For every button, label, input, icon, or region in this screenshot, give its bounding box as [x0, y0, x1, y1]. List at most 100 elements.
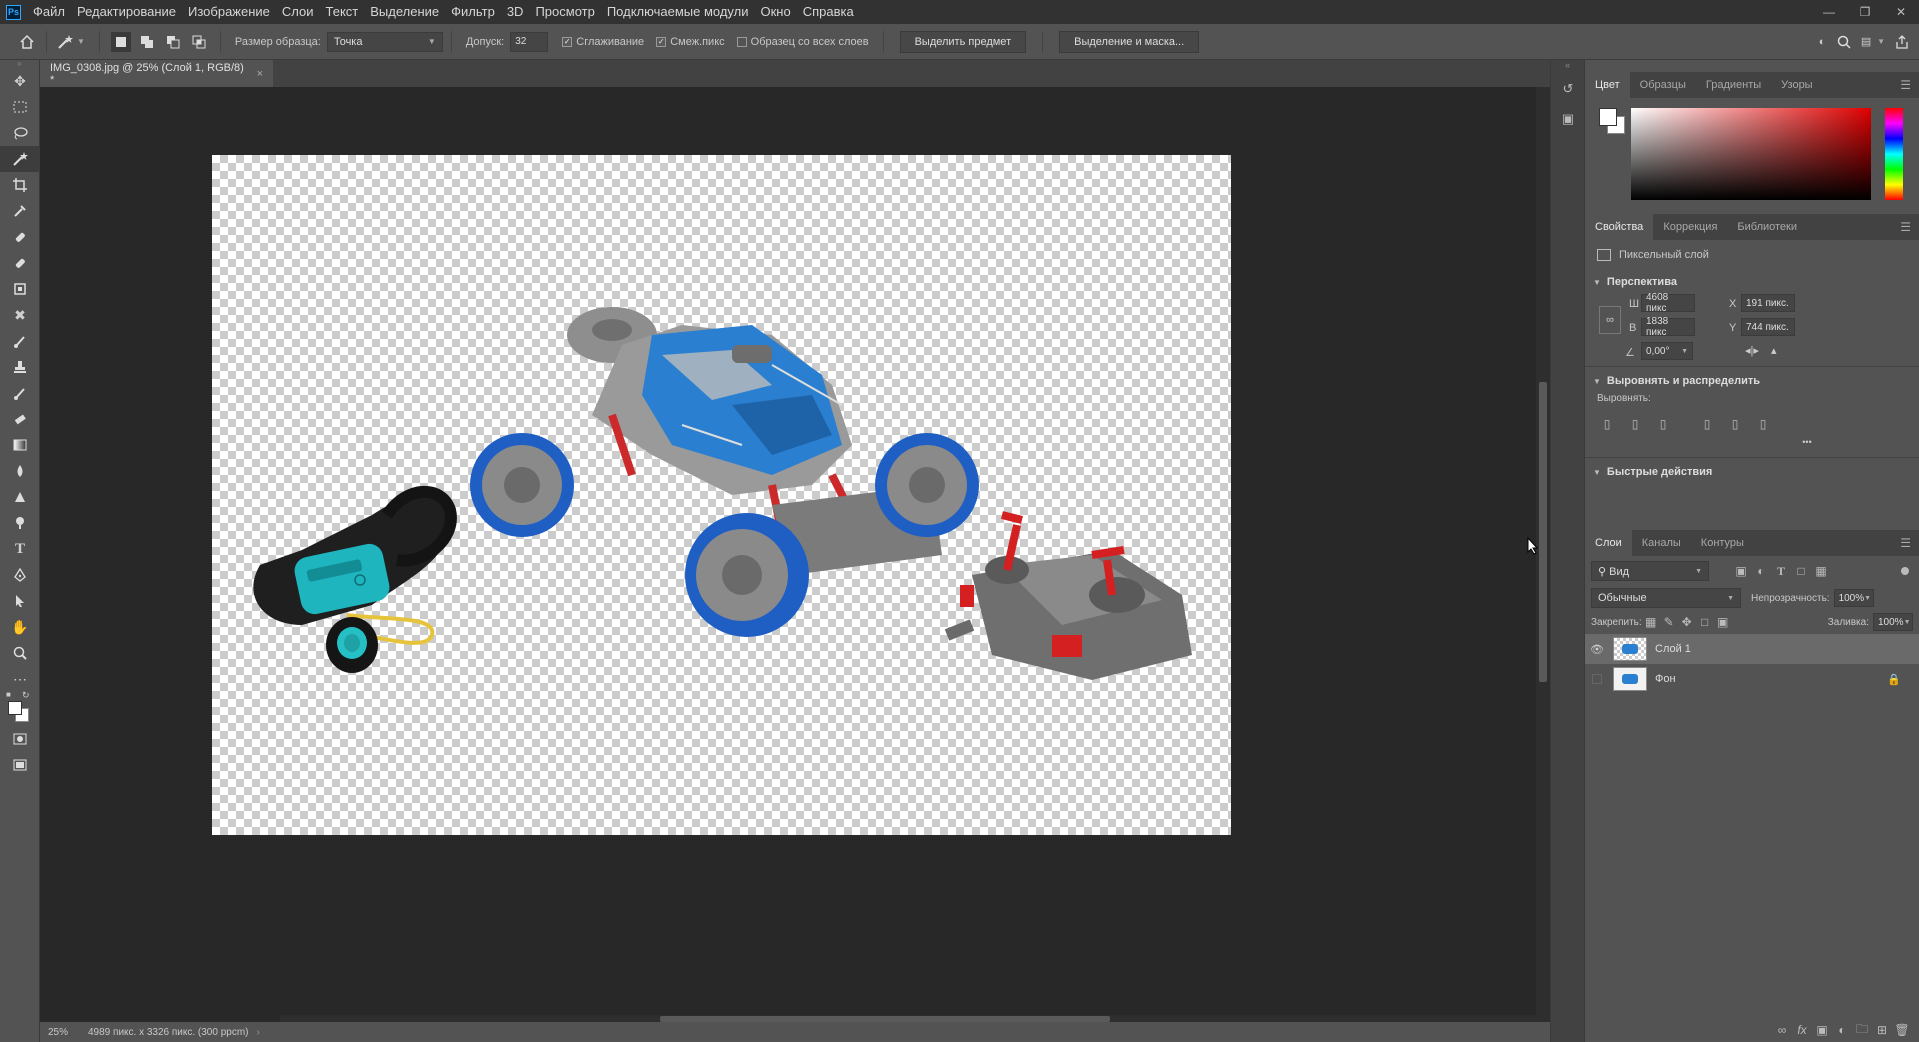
layer-row[interactable]: 👁 Слой 1 [1585, 634, 1919, 664]
magic-wand-preset-icon[interactable] [55, 31, 77, 53]
link-icon[interactable]: ∞ [1599, 306, 1621, 334]
collapse-icon[interactable]: « [1551, 60, 1584, 74]
align-left-icon[interactable]: ▯ [1593, 414, 1621, 434]
patch-tool-icon[interactable] [0, 276, 40, 302]
close-icon[interactable]: × [257, 68, 263, 80]
all-layers-checkbox[interactable]: Образец со всех слоев [736, 36, 869, 48]
magic-wand-tool-icon[interactable] [0, 146, 40, 172]
layer-name[interactable]: Фон [1655, 673, 1676, 685]
sample-size-select[interactable]: Точка ▼ [326, 31, 443, 52]
panel-menu-icon[interactable]: ☰ [1900, 536, 1911, 550]
dodge-tool-icon[interactable] [0, 510, 40, 536]
eye-icon[interactable]: 👁 [1585, 643, 1609, 656]
subtract-selection-icon[interactable] [163, 32, 183, 52]
x-input[interactable]: 191 пикс. [1741, 294, 1795, 312]
opacity-input[interactable]: 100% ▼ [1833, 589, 1874, 607]
history-icon[interactable]: ↺ [1551, 74, 1585, 104]
clone-stamp-tool-icon[interactable] [0, 354, 40, 380]
more-tools-icon[interactable]: ⋯ [0, 666, 40, 692]
default-colors-icon[interactable]: ■ [6, 690, 11, 699]
eraser-tool-icon[interactable] [0, 406, 40, 432]
restore-icon[interactable]: ❐ [1847, 0, 1883, 24]
tab-gradients[interactable]: Градиенты [1696, 72, 1771, 98]
workspace-icon[interactable]: ▤ [1855, 31, 1877, 53]
document-tab[interactable]: IMG_0308.jpg @ 25% (Слой 1, RGB/8) * × [40, 60, 273, 87]
blend-mode-select[interactable]: Обычные ▼ [1591, 588, 1741, 608]
tab-color[interactable]: Цвет [1585, 72, 1630, 98]
add-selection-icon[interactable] [137, 32, 157, 52]
foreground-color-swatch[interactable] [8, 701, 22, 715]
pen-tool-icon[interactable] [0, 562, 40, 588]
color-swatches[interactable] [1599, 108, 1625, 134]
filter-adjustment-icon[interactable]: ◐ [1751, 561, 1771, 581]
scroll-thumb[interactable] [1539, 382, 1547, 682]
visibility-toggle[interactable] [1585, 674, 1609, 684]
fill-input[interactable]: 100% ▼ [1873, 613, 1913, 631]
tolerance-input[interactable]: 32 [510, 31, 549, 52]
cloud-share-icon[interactable]: ◐ [1811, 31, 1833, 53]
filter-pixel-icon[interactable]: ▣ [1731, 561, 1751, 581]
canvas-area[interactable] [40, 87, 1536, 1022]
path-selection-tool-icon[interactable] [0, 588, 40, 614]
brush-tool-icon[interactable] [0, 328, 40, 354]
add-mask-icon[interactable]: ▣ [1812, 1020, 1832, 1040]
menu-help[interactable]: Справка [797, 0, 860, 24]
filter-smart-object-icon[interactable]: ▦ [1811, 561, 1831, 581]
angle-input[interactable]: 0,00° ▼ [1641, 342, 1693, 360]
height-input[interactable]: 1838 пикс [1641, 316, 1695, 338]
tab-adjustments[interactable]: Коррекция [1653, 214, 1727, 240]
foreground-color-swatch[interactable] [1599, 108, 1617, 126]
lock-artboard-icon[interactable]: □ [1696, 612, 1714, 632]
tab-properties[interactable]: Свойства [1585, 214, 1654, 240]
crop-tool-icon[interactable] [0, 172, 40, 198]
quick-mask-icon[interactable] [0, 726, 40, 752]
antialias-checkbox[interactable]: ✓ Сглаживание [562, 36, 644, 48]
filter-type-icon[interactable]: T [1771, 561, 1791, 581]
tab-channels[interactable]: Каналы [1632, 530, 1691, 556]
layer-row[interactable]: Фон 🔒 [1585, 664, 1919, 694]
zoom-tool-icon[interactable] [0, 640, 40, 666]
flip-horizontal-icon[interactable]: ◂|▸ [1745, 344, 1759, 357]
eyedropper-tool-icon[interactable] [0, 198, 40, 224]
tab-swatches[interactable]: Образцы [1630, 72, 1696, 98]
menu-select[interactable]: Выделение [364, 0, 445, 24]
type-tool-icon[interactable]: T [0, 536, 40, 562]
align-section-header[interactable]: ▼ Выровнять и распределить [1585, 369, 1919, 393]
panel-menu-icon[interactable]: ☰ [1900, 220, 1911, 234]
blur-tool-icon[interactable] [0, 458, 40, 484]
align-bottom-icon[interactable]: ▯ [1749, 414, 1777, 434]
lock-image-icon[interactable]: ✎ [1660, 612, 1678, 632]
move-tool-icon[interactable]: ✥ [0, 68, 40, 94]
marquee-tool-icon[interactable] [0, 94, 40, 120]
chevron-down-icon[interactable]: ▼ [1877, 37, 1885, 46]
swap-colors-icon[interactable]: ↻ [22, 690, 30, 701]
select-and-mask-button[interactable]: Выделение и маска... [1059, 30, 1200, 53]
trash-icon[interactable]: 🗑 [1892, 1020, 1912, 1040]
chevron-right-icon[interactable]: › [257, 1027, 260, 1038]
filter-shape-icon[interactable]: □ [1791, 561, 1811, 581]
align-top-icon[interactable]: ▯ [1693, 414, 1721, 434]
width-input[interactable]: 4608 пикс [1641, 292, 1695, 314]
chevron-down-icon[interactable]: ▼ [77, 37, 85, 46]
menu-view[interactable]: Просмотр [529, 0, 600, 24]
menu-filter[interactable]: Фильтр [445, 0, 501, 24]
menu-plugins[interactable]: Подключаемые модули [601, 0, 755, 24]
link-layers-icon[interactable]: ∞ [1772, 1020, 1792, 1040]
more-options-icon[interactable]: ••• [1585, 437, 1919, 455]
home-icon[interactable] [16, 31, 38, 53]
share-icon[interactable] [1891, 31, 1913, 53]
intersect-selection-icon[interactable] [189, 32, 209, 52]
healing-brush-tool-icon[interactable] [0, 250, 40, 276]
lasso-tool-icon[interactable] [0, 120, 40, 146]
menu-file[interactable]: Файл [27, 0, 71, 24]
tab-layers[interactable]: Слои [1585, 530, 1632, 556]
search-icon[interactable] [1833, 31, 1855, 53]
flip-vertical-icon[interactable]: ▴ [1771, 344, 1777, 357]
menu-3d[interactable]: 3D [501, 0, 530, 24]
menu-type[interactable]: Текст [320, 0, 365, 24]
panel-menu-icon[interactable]: ☰ [1900, 78, 1911, 92]
spot-healing-tool-icon[interactable] [0, 224, 40, 250]
filter-toggle-icon[interactable] [1901, 567, 1909, 575]
sharpen-tool-icon[interactable] [0, 484, 40, 510]
menu-window[interactable]: Окно [754, 0, 796, 24]
